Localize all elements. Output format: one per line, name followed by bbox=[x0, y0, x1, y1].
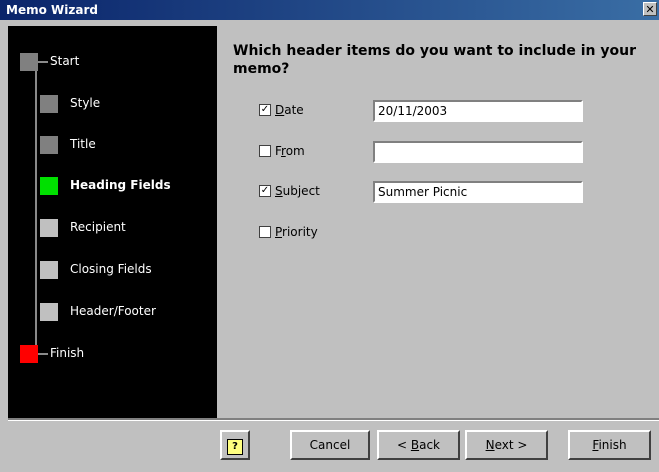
step-marker-icon bbox=[40, 177, 58, 195]
next-button[interactable]: Next > bbox=[465, 430, 548, 460]
step-marker-icon bbox=[40, 95, 58, 113]
step-recipient: Recipient bbox=[8, 218, 217, 238]
step-label: Closing Fields bbox=[70, 262, 152, 276]
step-closing-fields: Closing Fields bbox=[8, 260, 217, 280]
help-button[interactable]: ? bbox=[220, 430, 250, 460]
step-label: Title bbox=[70, 137, 96, 151]
from-label: From bbox=[275, 144, 305, 158]
subject-input[interactable]: Summer Picnic bbox=[373, 181, 583, 203]
back-button[interactable]: < Back bbox=[377, 430, 460, 460]
help-icon: ? bbox=[227, 439, 243, 455]
cancel-button[interactable]: Cancel bbox=[290, 430, 370, 460]
step-marker-icon bbox=[40, 261, 58, 279]
date-field-row: ✓ Date 20/11/2003 bbox=[259, 100, 659, 122]
close-icon: ✕ bbox=[645, 3, 655, 16]
step-heading-fields: Heading Fields bbox=[8, 176, 217, 196]
step-label: Heading Fields bbox=[70, 178, 171, 192]
step-connector bbox=[38, 61, 48, 63]
close-button[interactable]: ✕ bbox=[643, 2, 657, 16]
step-label: Start bbox=[50, 54, 80, 68]
priority-checkbox[interactable] bbox=[259, 226, 271, 238]
step-style: Style bbox=[8, 94, 217, 114]
date-label: Date bbox=[275, 103, 304, 117]
memo-wizard-window: Memo Wizard ✕ Start Style Title Heading Fie… bbox=[0, 0, 659, 472]
step-marker-icon bbox=[40, 136, 58, 154]
page-question: Which header items do you want to includ… bbox=[233, 43, 637, 77]
priority-label: Priority bbox=[275, 225, 318, 239]
subject-checkbox[interactable]: ✓ bbox=[259, 185, 271, 197]
from-checkbox[interactable] bbox=[259, 145, 271, 157]
step-marker-icon bbox=[20, 53, 38, 71]
wizard-content: Which header items do you want to includ… bbox=[217, 26, 659, 418]
date-input[interactable]: 20/11/2003 bbox=[373, 100, 583, 122]
window-title: Memo Wizard bbox=[6, 3, 98, 17]
step-label: Finish bbox=[50, 346, 85, 360]
from-input[interactable] bbox=[373, 141, 583, 163]
from-field-row: From bbox=[259, 141, 659, 163]
title-bar[interactable]: Memo Wizard ✕ bbox=[0, 0, 659, 20]
step-start: Start bbox=[8, 52, 217, 72]
subject-field-row: ✓ Subject Summer Picnic bbox=[259, 181, 659, 203]
step-marker-icon bbox=[40, 303, 58, 321]
footer-separator bbox=[8, 418, 659, 421]
priority-field-row: Priority bbox=[259, 222, 659, 244]
step-label: Recipient bbox=[70, 220, 126, 234]
step-finish: Finish bbox=[8, 344, 217, 364]
finish-button[interactable]: Finish bbox=[568, 430, 651, 460]
step-marker-icon bbox=[20, 345, 38, 363]
step-header-footer: Header/Footer bbox=[8, 302, 217, 322]
step-label: Header/Footer bbox=[70, 304, 156, 318]
date-checkbox[interactable]: ✓ bbox=[259, 104, 271, 116]
step-label: Style bbox=[70, 96, 101, 110]
step-title: Title bbox=[8, 135, 217, 155]
subject-label: Subject bbox=[275, 184, 320, 198]
wizard-step-panel: Start Style Title Heading Fields Recipient Cl… bbox=[8, 26, 217, 418]
step-connector bbox=[38, 353, 48, 355]
step-marker-icon bbox=[40, 219, 58, 237]
